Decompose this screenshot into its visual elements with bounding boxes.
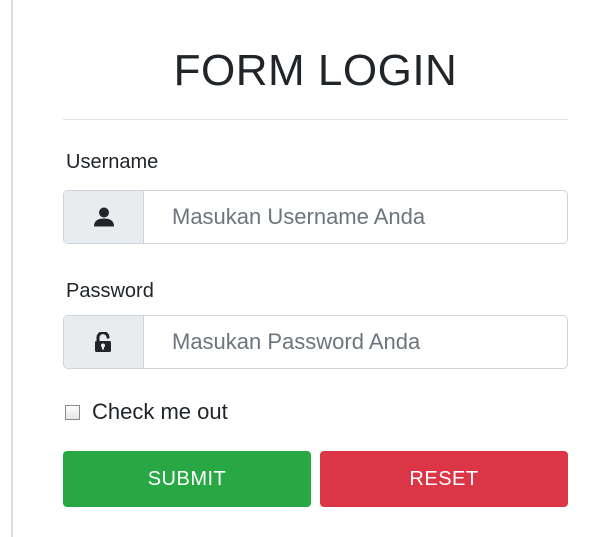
form-title: FORM LOGIN bbox=[173, 46, 458, 95]
check-me-out-label: Check me out bbox=[92, 399, 228, 424]
login-form-container: FORM LOGIN Username Password Check me ou… bbox=[0, 0, 610, 537]
password-input[interactable] bbox=[144, 316, 567, 368]
user-icon bbox=[93, 207, 114, 227]
username-input-group bbox=[63, 190, 568, 244]
title-divider bbox=[63, 119, 568, 120]
reset-button[interactable]: RESET bbox=[320, 451, 568, 507]
unlock-icon bbox=[94, 331, 111, 352]
check-me-out-row[interactable]: Check me out bbox=[65, 398, 228, 426]
username-addon bbox=[64, 191, 144, 243]
submit-button[interactable]: SUBMIT bbox=[63, 451, 311, 507]
left-border-divider bbox=[11, 0, 13, 537]
check-me-out-checkbox[interactable] bbox=[65, 404, 80, 420]
password-label: Password bbox=[66, 280, 154, 302]
password-addon bbox=[64, 316, 144, 368]
password-input-group bbox=[63, 315, 568, 369]
username-input[interactable] bbox=[144, 191, 567, 243]
username-label: Username bbox=[66, 151, 159, 173]
